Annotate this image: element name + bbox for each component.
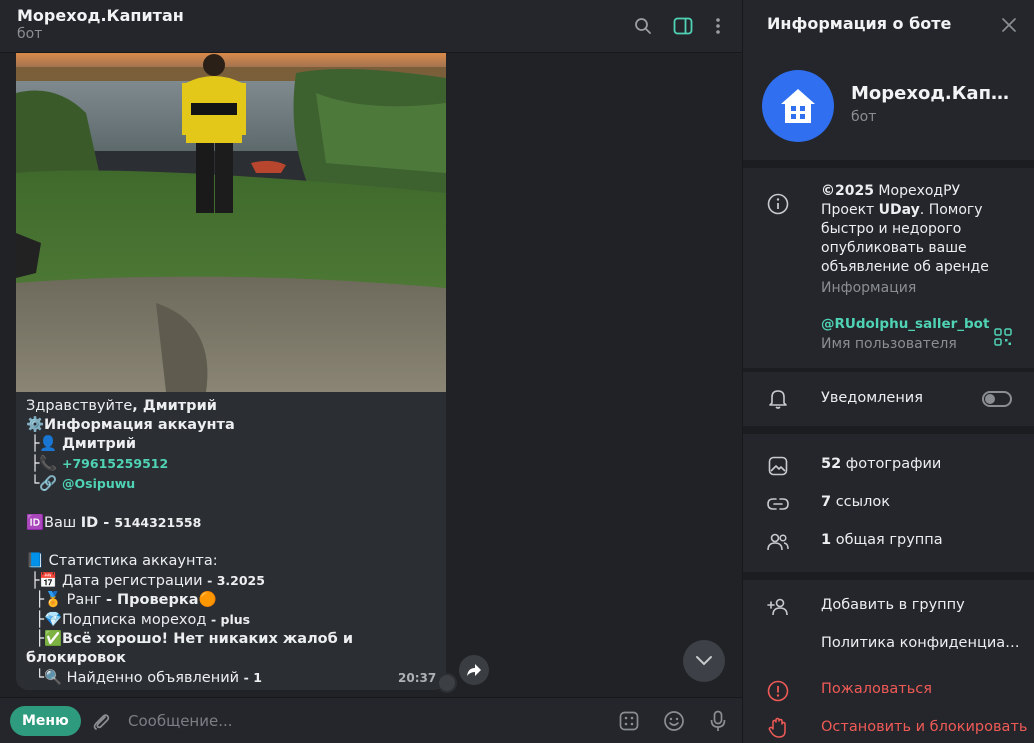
username-link[interactable]: @Osipuwu [62, 476, 135, 491]
status-prefix: ├✅ [26, 631, 63, 647]
message-list[interactable]: Здравствуйте, Дмитрий ⚙️Информация аккау… [0, 53, 742, 696]
chat-title[interactable]: Мореход.Капитан [17, 6, 184, 25]
id-label: ID - [80, 515, 115, 531]
photos-row[interactable]: 52 фотографии [821, 456, 941, 472]
chat-header[interactable]: Мореход.Капитан бот [0, 0, 742, 53]
reg-value: - 3.2025 [207, 573, 265, 588]
greeting-name: , Дмитрий [132, 398, 217, 414]
id-prefix: 🆔Ваш [26, 515, 81, 531]
telegram-app: Мореход.Капитан бот Здравствуйте, Дмитри… [0, 0, 1034, 743]
about-uday: UDay [878, 202, 920, 218]
microphone-icon[interactable] [706, 709, 730, 733]
chat-pane: Мореход.Капитан бот Здравствуйте, Дмитри… [0, 0, 742, 743]
house-icon [781, 89, 815, 123]
divider [743, 160, 1034, 168]
notifications-label[interactable]: Уведомления [821, 390, 923, 406]
groups-count: 1 [821, 532, 832, 548]
chat-subtitle: бот [17, 26, 43, 42]
about-project: Проект [821, 202, 879, 218]
bot-avatar[interactable] [762, 70, 834, 142]
bell-icon [767, 388, 789, 410]
attach-icon[interactable] [89, 709, 113, 733]
name-prefix: ├👤 [26, 436, 63, 452]
reaction-avatar[interactable] [437, 673, 457, 693]
photo-icon [767, 455, 789, 477]
groups-row[interactable]: 1 общая группа [821, 532, 943, 548]
links-row[interactable]: 7 ссылок [821, 494, 890, 510]
subscription-prefix: ├💎Подписка мореход [26, 612, 211, 628]
link-icon [767, 493, 789, 515]
divider [743, 368, 1034, 372]
message-photo[interactable] [16, 53, 446, 392]
links-label: ссылок [831, 494, 890, 510]
photos-label: фотографии [841, 456, 942, 472]
message-bubble[interactable]: Здравствуйте, Дмитрий ⚙️Информация аккау… [16, 53, 446, 690]
phone-link[interactable]: +79615259512 [62, 456, 168, 471]
bot-menu-button[interactable]: Меню [10, 706, 81, 736]
info-title: Информация о боте [767, 14, 952, 33]
divider [743, 572, 1034, 580]
groups-label: общая группа [831, 532, 943, 548]
account-header: ⚙️Информация аккаунта [26, 417, 235, 433]
status-value: Всё хорошо! Нет никаких жалоб и блокиров… [26, 631, 359, 666]
forward-icon [467, 664, 481, 676]
divider [743, 426, 1034, 434]
id-value: 5144321558 [114, 515, 202, 530]
found-prefix: └🔍 Найденно объявлений [26, 670, 244, 686]
about-copyright: ©2025 [821, 183, 874, 199]
sidebar-toggle-icon[interactable] [671, 14, 695, 38]
stats-header: 📘 Статистика аккаунта: [26, 553, 218, 569]
search-icon[interactable] [631, 14, 655, 38]
stop-hand-icon [767, 717, 789, 739]
subscription-value: - plus [210, 612, 251, 627]
report-button[interactable]: Пожаловаться [821, 681, 932, 697]
greeting-text: Здравствуйте [26, 398, 133, 414]
photos-count: 52 [821, 456, 842, 472]
username-caption: Имя пользователя [821, 336, 957, 352]
about-brand: МореходРУ [873, 183, 961, 199]
message-text: Здравствуйте, Дмитрий ⚙️Информация аккау… [26, 397, 438, 688]
links-count: 7 [821, 494, 832, 510]
stop-and-block-button[interactable]: Остановить и блокировать [821, 719, 1027, 735]
bot-subtitle: бот [851, 109, 877, 125]
bot-description: ©2025 МореходРУ Проект UDay. Помогу быстр… [821, 182, 1011, 277]
account-name: Дмитрий [62, 436, 137, 452]
username-prefix: └🔗 [26, 476, 63, 492]
qr-code-icon[interactable] [992, 326, 1014, 348]
message-input[interactable] [128, 706, 598, 736]
forward-button[interactable] [459, 655, 489, 685]
rank-value: - Проверка [105, 592, 199, 608]
phone-prefix: ├📞 [26, 456, 63, 472]
about-caption: Информация [821, 280, 917, 296]
bot-info-pane: Информация о боте Мореход.Капитан бот ©2… [742, 0, 1034, 743]
bot-name: Мореход.Капитан [851, 83, 1021, 104]
composer: Меню [0, 697, 742, 743]
bot-username[interactable]: @RUdolphu_saller_bot [821, 316, 989, 332]
chevron-down-icon [696, 656, 712, 666]
add-to-group-button[interactable]: Добавить в группу [821, 597, 965, 613]
emoji-icon[interactable] [662, 709, 686, 733]
info-icon [767, 193, 789, 215]
add-user-icon [767, 596, 789, 618]
group-icon [767, 531, 789, 553]
found-value: - 1 [243, 670, 262, 685]
report-icon [767, 680, 789, 702]
reg-prefix: ├📅 Дата регистрации [26, 573, 208, 589]
close-icon[interactable] [998, 14, 1020, 36]
bot-commands-icon[interactable] [617, 709, 641, 733]
notifications-toggle[interactable] [982, 391, 1012, 407]
rank-emoji: 🟠 [198, 592, 217, 608]
message-time: 20:37 [398, 671, 437, 685]
privacy-policy-button[interactable]: Политика конфиденциальности [821, 635, 1021, 651]
scroll-down-button[interactable] [683, 640, 725, 682]
rank-prefix: ├🏅 Ранг [26, 592, 106, 608]
more-vertical-icon[interactable] [706, 14, 730, 38]
